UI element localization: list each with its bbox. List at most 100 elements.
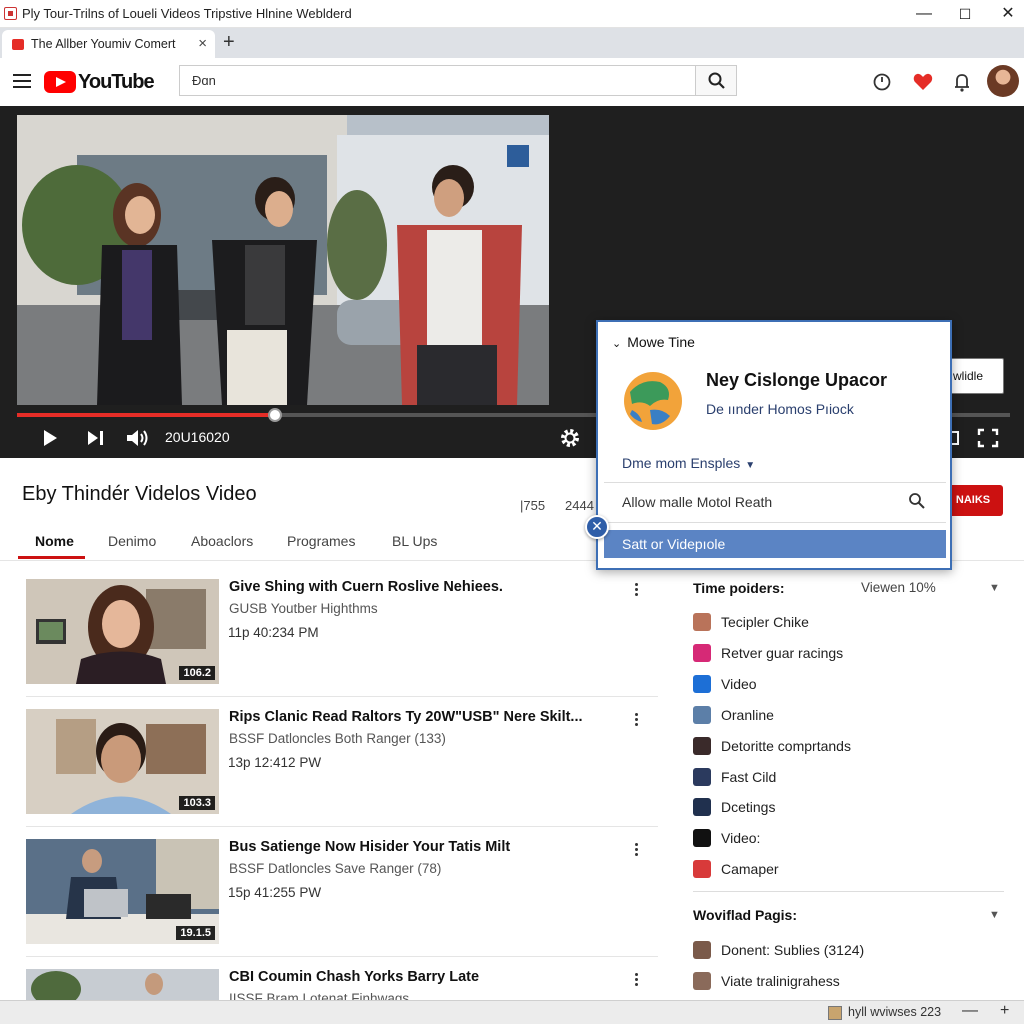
popup-close-icon[interactable]: ✕	[585, 515, 609, 539]
sidebar-item-label: Viate tralinigrahess	[721, 973, 840, 989]
video-list-item[interactable]: 19.1.5 Bus Satienge Now Hisider Your Tat…	[26, 839, 656, 947]
sidebar-item-icon	[693, 674, 711, 693]
account-avatar[interactable]	[987, 65, 1019, 97]
popup-header[interactable]: ⌄ Mowe Tine	[612, 334, 695, 350]
popup-subtitle: De ıınder Homos Pıiock	[706, 401, 854, 417]
site-header: YouTube Ɖɑn	[0, 58, 1024, 106]
video-title[interactable]: Bus Satienge Now Hisider Your Tatis Milt	[229, 839, 510, 855]
sidebar-item-icon	[693, 798, 711, 817]
video-scene-image	[17, 115, 549, 405]
volume-icon[interactable]	[125, 427, 151, 449]
next-icon[interactable]	[86, 429, 106, 447]
notifications-icon[interactable]	[951, 71, 973, 93]
tab-ups[interactable]: BL Ups	[392, 533, 437, 549]
browser-tab[interactable]: The Allber Youmiv Comert ×	[2, 30, 215, 58]
popup-dropdown[interactable]: Dme mom Ensples ▼	[622, 455, 755, 471]
sidebar-item[interactable]: Oranline	[693, 704, 1013, 726]
logo-text: YouTube	[78, 70, 155, 93]
sidebar-item[interactable]: Camaper	[693, 858, 1013, 880]
sidebar-item[interactable]: Viate tralinigrahess	[693, 970, 1013, 992]
sidebar-item-label: Detoritte comprtands	[721, 737, 851, 754]
popup-action-button[interactable]: Satt or Videpıole	[604, 530, 946, 558]
play-icon[interactable]	[40, 428, 60, 448]
sidebar-item[interactable]: Dcetings	[693, 796, 1013, 818]
zoom-in-button[interactable]: +	[1000, 1002, 1009, 1020]
more-options-icon[interactable]	[630, 971, 642, 991]
heart-icon[interactable]	[912, 71, 934, 93]
sidebar-item[interactable]: Donent: Sublies (3124)	[693, 939, 1013, 961]
sidebar-item[interactable]: Video:	[693, 827, 1013, 849]
sidebar-item-label: Video	[721, 675, 757, 692]
video-channel[interactable]: BSSF Datloncles Save Ranger (78)	[229, 861, 441, 876]
search-button[interactable]	[695, 65, 737, 96]
close-window-button[interactable]: ✕	[988, 2, 1024, 26]
sidebar-item[interactable]: Retver guar racings	[693, 642, 1013, 664]
menu-icon[interactable]	[13, 74, 31, 88]
chevron-down-icon[interactable]: ▼	[989, 582, 1000, 594]
sidebar-heading-2: Woviflad Pagis:	[693, 907, 797, 923]
sidebar-item[interactable]: Video	[693, 673, 1013, 695]
video-thumbnail[interactable]: 106.2	[26, 579, 219, 684]
popup-header-label: Mowe Tine	[627, 334, 695, 350]
new-tab-button[interactable]: +	[223, 31, 235, 54]
video-thumbnail[interactable]	[26, 969, 219, 1000]
maximize-button[interactable]: ☐	[945, 2, 985, 26]
more-options-icon[interactable]	[630, 841, 642, 861]
video-channel[interactable]: IISSF Bram Lotenat Finhwags	[229, 991, 409, 1000]
tab-videos[interactable]: Denimo	[108, 533, 156, 549]
sidebar-item-label: Donent: Sublies (3124)	[721, 942, 865, 958]
list-divider	[26, 956, 658, 957]
globe-icon	[624, 372, 682, 430]
sidebar-heading: Time poiders:	[693, 580, 785, 596]
search-icon[interactable]	[908, 492, 926, 510]
zoom-out-button[interactable]: —	[962, 1002, 978, 1020]
settings-gear-icon[interactable]	[559, 427, 581, 449]
video-time: 11p 40:234 PM	[228, 625, 319, 640]
list-divider	[26, 696, 658, 697]
chevron-down-icon[interactable]: ▼	[989, 909, 1000, 921]
sidebar-item-icon	[693, 829, 711, 848]
search-input[interactable]: Ɖɑn	[179, 65, 696, 96]
popup-search-field[interactable]: Allow malle Motol Reath	[622, 494, 772, 510]
subscribe-button[interactable]: NAIKS	[943, 485, 1003, 516]
video-frame[interactable]	[17, 115, 549, 405]
sidebar-view-filter[interactable]: Viewen 10%	[861, 580, 936, 595]
video-list-item[interactable]: 106.2 Give Shing with Cuern Roslive Nehi…	[26, 579, 656, 687]
tab-close-icon[interactable]: ×	[198, 35, 207, 52]
sidebar-item[interactable]: Detoritte comprtands	[693, 735, 1013, 757]
video-channel[interactable]: BSSF Datloncles Both Ranger (133)	[229, 731, 446, 746]
chevron-down-icon: ⌄	[612, 338, 622, 350]
video-time: 15p 41:255 PW	[228, 885, 322, 900]
popup-dropdown-label: Dme mom Ensples	[622, 455, 741, 471]
more-options-icon[interactable]	[630, 711, 642, 731]
sidebar-item-label: Dcetings	[721, 799, 776, 816]
video-title[interactable]: CBI Coumin Chash Yorks Barry Late	[229, 969, 479, 985]
more-options-icon[interactable]	[630, 581, 642, 601]
minimize-button[interactable]: —	[904, 2, 944, 26]
video-thumbnail[interactable]: 19.1.5	[26, 839, 219, 944]
tab-home[interactable]: Nome	[35, 533, 74, 549]
fullscreen-icon[interactable]	[977, 428, 999, 448]
channel-title: Eby Thindér Videlos Video	[22, 483, 257, 505]
video-channel[interactable]: GUSB Youtber Highthms	[229, 601, 378, 616]
sidebar-item[interactable]: Tecipler Chike	[693, 611, 1013, 633]
video-title[interactable]: Rips Clanic Read Raltors Ty 20W"USB" Ner…	[229, 709, 583, 725]
video-title[interactable]: Give Shing with Cuern Roslive Nehiees.	[229, 579, 503, 595]
tab-about[interactable]: Aboaclors	[191, 533, 253, 549]
tab-programs[interactable]: Programes	[287, 533, 355, 549]
video-list-item[interactable]: 103.3 Rips Clanic Read Raltors Ty 20W"US…	[26, 709, 656, 817]
active-tab-indicator	[18, 556, 85, 559]
channel-stat-count: 2444	[565, 498, 594, 513]
player-overlay-button[interactable]: wlidle	[946, 358, 1004, 394]
sidebar-item-icon	[693, 613, 711, 631]
clock-icon[interactable]	[871, 71, 893, 93]
sidebar-item[interactable]: Fast Cild	[693, 766, 1013, 788]
sidebar-item-label: Camaper	[721, 861, 779, 878]
youtube-logo[interactable]: YouTube	[44, 70, 155, 94]
video-list-item[interactable]: CBI Coumin Chash Yorks Barry Late IISSF …	[26, 969, 656, 1000]
video-duration: 19.1.5	[176, 926, 215, 940]
sidebar-item-label: Oranline	[721, 706, 774, 723]
sidebar-divider	[693, 891, 1004, 892]
progress-played	[17, 413, 276, 417]
video-thumbnail[interactable]: 103.3	[26, 709, 219, 814]
